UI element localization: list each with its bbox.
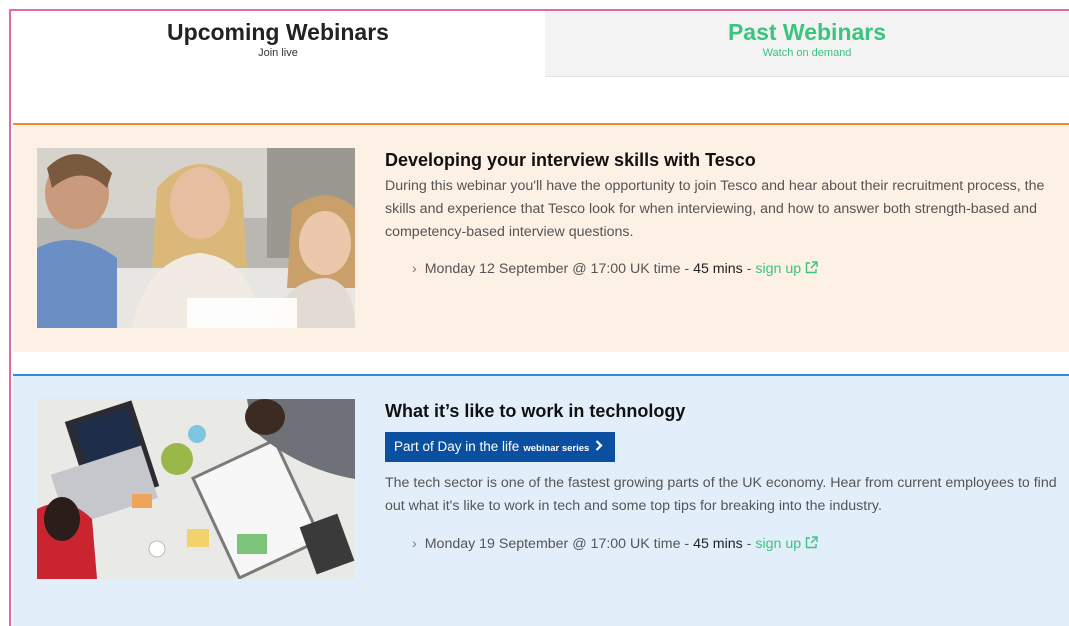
series-label: Part of Day in the life [394, 439, 520, 454]
series-small-label: webinar series [523, 443, 590, 454]
webinar-date: Monday 19 September @ 17:00 UK time - [424, 536, 694, 552]
tab-past-webinars[interactable]: Past Webinars Watch on demand [545, 11, 1069, 77]
tab-upcoming-webinars[interactable]: Upcoming Webinars Join live [11, 11, 545, 77]
webinar-duration: 45 mins [693, 261, 743, 277]
sign-up-label: sign up [755, 261, 802, 277]
tab-past-subtitle: Watch on demand [762, 47, 852, 59]
chevron-right-icon: › [412, 261, 417, 277]
webinar-tabs: Upcoming Webinars Join live Past Webinar… [11, 11, 1069, 77]
webinar-schedule: › Monday 19 September @ 17:00 UK time - 4… [385, 534, 1057, 555]
tab-upcoming-title: Upcoming Webinars [167, 19, 389, 45]
webinar-title: What it’s like to work in technology [385, 401, 686, 421]
webinar-date: Monday 12 September @ 17:00 UK time - [424, 261, 694, 277]
external-link-icon [805, 535, 818, 555]
chevron-right-icon: › [412, 536, 417, 552]
tab-upcoming-subtitle: Join live [258, 47, 298, 59]
tab-past-title: Past Webinars [727, 19, 887, 45]
chevron-right-icon [595, 432, 603, 462]
webinar-title: Developing your interview skills with Te… [385, 150, 756, 170]
separator: - [742, 536, 756, 552]
sign-up-label: sign up [755, 536, 802, 552]
sign-up-link[interactable]: sign up [755, 261, 818, 277]
page-frame: Upcoming Webinars Join live Past Webinar… [9, 9, 1069, 626]
sign-up-link[interactable]: sign up [755, 536, 818, 552]
webinar-description: During this webinar you'll have the oppo… [385, 178, 1045, 240]
webinar-description: The tech sector is one of the fastest gr… [385, 475, 1057, 514]
webinar-card-technology: What it’s like to work in technology Par… [13, 374, 1069, 626]
webinar-content: Developing your interview skills with Te… [385, 147, 1057, 280]
webinar-duration: 45 mins [693, 536, 743, 552]
webinar-content: What it’s like to work in technology Par… [385, 398, 1057, 555]
separator: - [742, 261, 756, 277]
webinar-schedule: › Monday 12 September @ 17:00 UK time - 4… [385, 259, 1057, 280]
photo-people-icon [37, 148, 355, 328]
external-link-icon [805, 260, 818, 280]
photo-desk-icon [37, 399, 355, 579]
day-in-the-life-series-button[interactable]: Part of Day in the life webinar series [385, 432, 616, 462]
webinar-card-interview-skills: Developing your interview skills with Te… [13, 123, 1069, 352]
